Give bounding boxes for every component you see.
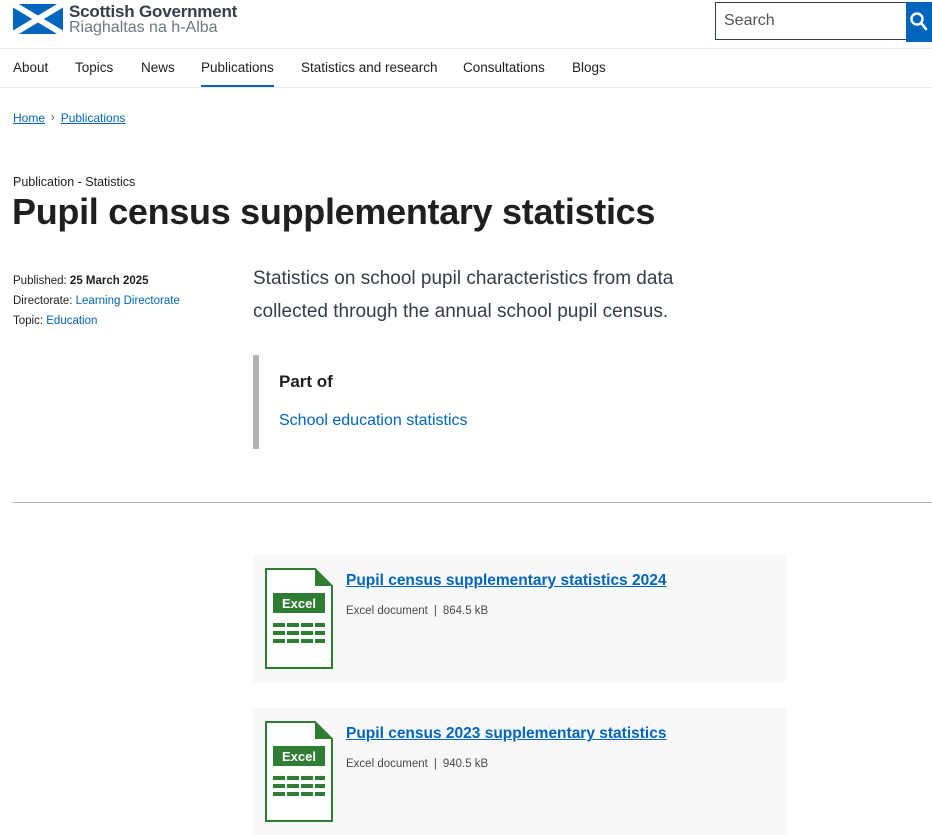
document-item: Excel Pupil census 2023 supplementary st… (253, 708, 786, 835)
nav-item-about[interactable]: About (13, 60, 48, 75)
breadcrumb-publications-link[interactable]: Publications (61, 111, 126, 125)
nav-item-publications[interactable]: Publications (201, 60, 274, 87)
nav-item-statistics-and-research[interactable]: Statistics and research (301, 60, 438, 75)
logo-gaelic-title: Riaghaltas na h-Alba (69, 19, 218, 36)
document-type: Excel document (346, 605, 428, 617)
directorate-row: Directorate: Learning Directorate (13, 291, 180, 311)
nav-item-consultations[interactable]: Consultations (463, 60, 545, 75)
topic-row: Topic: Education (13, 311, 180, 331)
document-size: 940.5 kB (442, 758, 489, 770)
nav-item-news[interactable]: News (141, 60, 175, 75)
excel-file-icon[interactable]: Excel (265, 721, 333, 822)
directorate-label: Directorate: (13, 295, 73, 307)
publication-type-label: Publication - Statistics (13, 175, 136, 189)
document-meta: Excel document | 864.5 kB (346, 605, 488, 617)
site-header: Scottish Government Riaghaltas na h-Alba (0, 0, 932, 48)
document-item: Excel Pupil census supplementary statist… (253, 555, 786, 682)
published-date: 25 March 2025 (69, 275, 149, 287)
saltire-flag-icon (13, 4, 63, 34)
document-title-link[interactable]: Pupil census supplementary statistics 20… (346, 572, 666, 590)
logo-title: Scottish Government (69, 2, 238, 21)
document-meta: Excel document | 940.5 kB (346, 758, 488, 770)
publication-summary: Statistics on school pupil characteristi… (253, 268, 674, 322)
document-size: 864.5 kB (442, 605, 489, 617)
breadcrumb: Home › Publications (13, 111, 125, 125)
excel-icon-label: Excel (282, 596, 316, 611)
document-type: Excel document (346, 758, 428, 770)
part-of-box: Part of School education statistics (253, 355, 559, 449)
nav-item-topics[interactable]: Topics (75, 60, 113, 75)
meta-separator: | (433, 605, 437, 617)
search-button[interactable] (906, 2, 932, 42)
logo-text: Scottish Government Riaghaltas na h-Alba (69, 2, 238, 36)
breadcrumb-home-link[interactable]: Home (13, 111, 45, 125)
published-label: Published: (13, 275, 67, 287)
directorate-link[interactable]: Learning Directorate (76, 295, 180, 307)
document-title-link[interactable]: Pupil census 2023 supplementary statisti… (346, 725, 666, 743)
page-title: Pupil census supplementary statistics (12, 191, 656, 232)
part-of-heading: Part of (279, 372, 333, 391)
topic-label: Topic: (13, 315, 44, 327)
site-logo[interactable]: Scottish Government Riaghaltas na h-Alba (13, 2, 238, 36)
main-navigation: About Topics News Publications Statistic… (0, 48, 932, 88)
search-form (715, 2, 932, 42)
breadcrumb-chevron-icon: › (51, 112, 55, 124)
nav-item-blogs[interactable]: Blogs (572, 60, 606, 75)
search-icon (910, 12, 928, 31)
section-divider (13, 502, 932, 503)
part-of-link[interactable]: School education statistics (279, 412, 468, 430)
publication-metadata: Published: 25 March 2025 Directorate: Le… (13, 271, 180, 331)
search-input[interactable] (715, 2, 906, 40)
excel-file-icon[interactable]: Excel (265, 568, 333, 669)
meta-separator: | (433, 758, 437, 770)
topic-link[interactable]: Education (46, 315, 97, 327)
excel-icon-label: Excel (282, 749, 316, 764)
published-row: Published: 25 March 2025 (13, 271, 180, 291)
